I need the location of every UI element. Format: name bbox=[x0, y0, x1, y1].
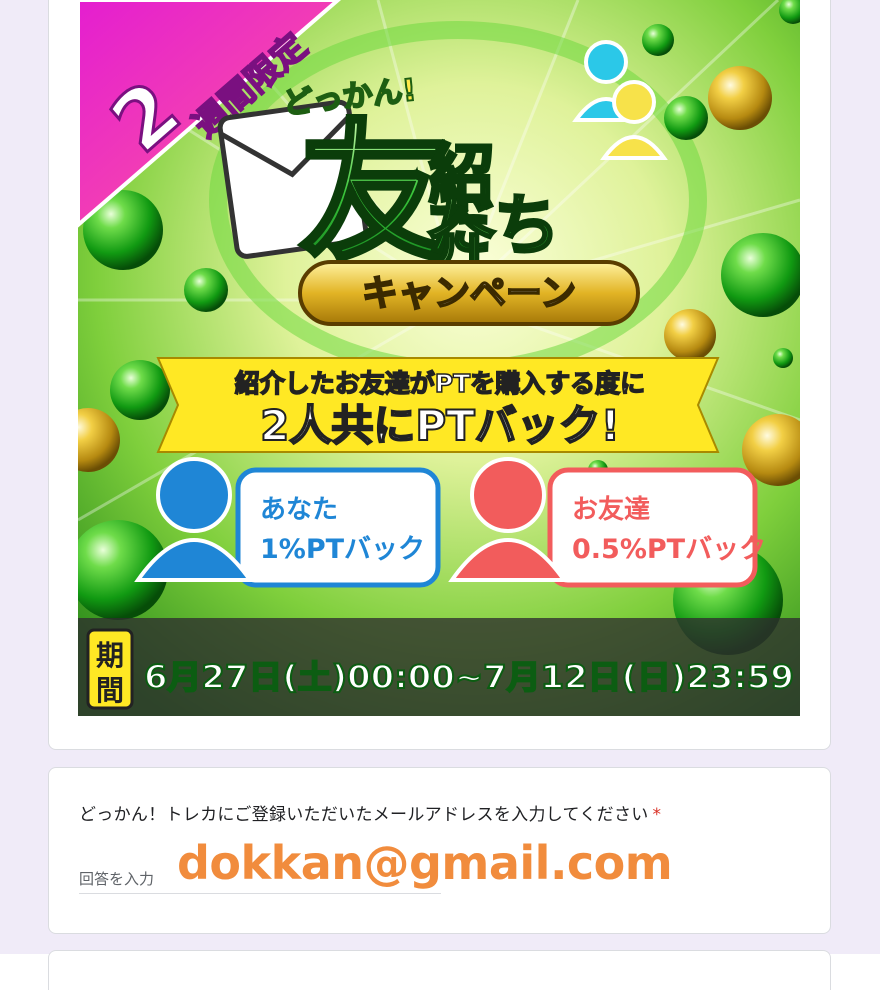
svg-text:1%PTバック: 1%PTバック bbox=[260, 534, 425, 565]
svg-text:紹介したお友達がPTを購入する度に: 紹介したお友達がPTを購入する度に bbox=[235, 369, 645, 398]
cashback-ribbon: 紹介したお友達がPTを購入する度に 2人共にPTバック! bbox=[156, 357, 720, 453]
question-text: どっかん！トレカにご登録いただいたメールアドレスを入力してください bbox=[79, 805, 649, 825]
answer-input-underline[interactable] bbox=[79, 893, 441, 894]
you-reward-box: あなた 1%PTバック bbox=[134, 457, 441, 588]
handwritten-answer: dokkan@gmail.com bbox=[177, 836, 673, 890]
svg-text:2人共にPTバック!: 2人共にPTバック! bbox=[260, 401, 620, 450]
svg-text:あなた: あなた bbox=[260, 495, 338, 525]
required-mark: * bbox=[652, 805, 662, 825]
svg-text:0.5%PTバック: 0.5%PTバック bbox=[572, 534, 766, 565]
question-label: どっかん！トレカにご登録いただいたメールアドレスを入力してください * bbox=[79, 800, 661, 825]
svg-text:間: 間 bbox=[96, 674, 124, 707]
svg-text:6月27日(土)00:00~7月12日(日)23:59: 6月27日(土)00:00~7月12日(日)23:59 bbox=[144, 658, 794, 696]
campaign-plate: キャンペーン bbox=[298, 260, 640, 326]
question-card: どっかん！トレカにご登録いただいたメールアドレスを入力してください * 回答を入力… bbox=[48, 767, 831, 934]
svg-text:お友達: お友達 bbox=[572, 495, 650, 525]
period-bar: 期 間 6月27日(土)00:00~7月12日(日)23:59 bbox=[78, 618, 800, 716]
svg-text:期: 期 bbox=[96, 639, 124, 672]
friend-reward-box: お友達 0.5%PTバック bbox=[448, 457, 766, 588]
answer-placeholder[interactable]: 回答を入力 bbox=[79, 868, 154, 889]
svg-text:紹介: 紹介 bbox=[418, 140, 495, 272]
campaign-banner-image: 2 週間限定 どっかん! 友 だち 紹介 キャンペーン 紹介したお友達がPTを購… bbox=[78, 0, 800, 716]
svg-text:キャンペーン: キャンペーン bbox=[362, 273, 576, 314]
next-question-card bbox=[48, 950, 831, 990]
